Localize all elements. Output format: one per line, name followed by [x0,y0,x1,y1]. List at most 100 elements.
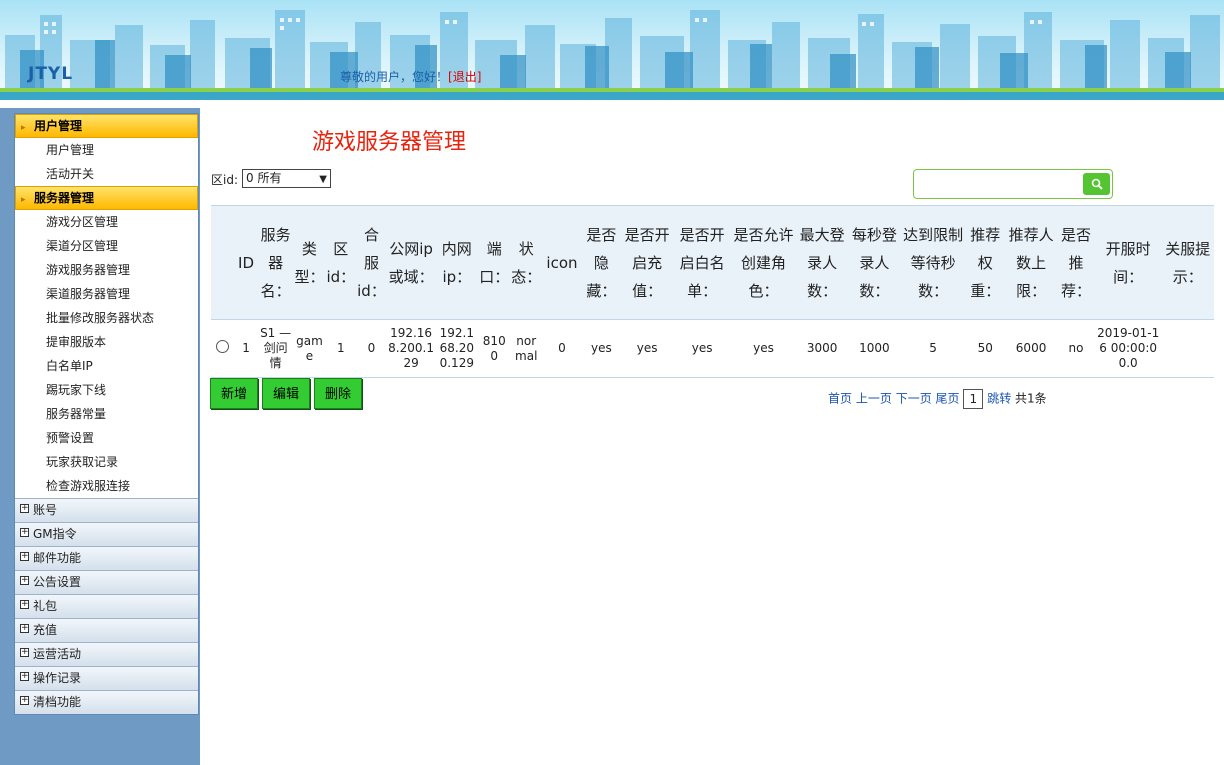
menu-group-mail[interactable]: + 邮件功能 [15,546,198,570]
table-header-row: ID 服务器名： 类型： 区id： 合服id： 公网ip或域： 内网ip： 端口… [211,205,1214,320]
menu-item-channel-zone[interactable]: 渠道分区管理 [15,234,198,258]
pager-jump[interactable]: 跳转 [987,392,1011,406]
zone-filter-select[interactable]: 0 所有 ▼ [242,169,331,188]
menu-item-alert-settings[interactable]: 预警设置 [15,426,198,450]
add-button[interactable]: 新增 [210,378,258,409]
menu-group-label: 公告设置 [33,575,82,589]
menu-group-operations[interactable]: + 运营活动 [15,642,198,666]
menu-item-player-records[interactable]: 玩家获取记录 [15,450,198,474]
cell-id: 1 [234,319,258,378]
menu-item-check-connection[interactable]: 检查游戏服连接 [15,474,198,498]
chevron-down-icon: ▼ [319,174,327,185]
menu-item-server-constants[interactable]: 服务器常量 [15,402,198,426]
menu-group-server-management[interactable]: ▸ 服务器管理 [15,186,198,210]
cell-merge-id: 0 [356,319,387,378]
delete-button[interactable]: 删除 [314,378,362,409]
menu-item-kick-player[interactable]: 踢玩家下线 [15,378,198,402]
expand-plus-icon: + [20,671,29,681]
folder-open-icon: ▸ [21,123,26,133]
menu-group-user-management[interactable]: ▸ 用户管理 [15,114,198,138]
expand-plus-icon: + [20,527,29,537]
col-status: 状态： [510,205,543,320]
menu-group-gift[interactable]: + 礼包 [15,594,198,618]
page-number-input[interactable]: 1 [963,389,984,409]
menu-group-label: 充值 [33,623,58,637]
cell-login-per-sec: 1000 [848,319,901,378]
menu-group-recharge[interactable]: + 充值 [15,618,198,642]
cell-hidden: yes [581,319,622,378]
pager-first[interactable]: 首页 [828,392,852,406]
col-max-login: 最大登录人数： [796,205,849,320]
menu-group-announcement[interactable]: + 公告设置 [15,570,198,594]
table-row[interactable]: 1 S1 — 剑问情 game 1 0 192.168.200.129 192.… [211,319,1214,378]
pager-next[interactable]: 下一页 [896,392,932,406]
cell-zone-id: 1 [325,319,357,378]
cell-wait-seconds: 5 [900,319,966,378]
expand-plus-icon: + [20,647,29,657]
menu-group-account[interactable]: + 账号 [15,498,198,522]
col-icon: icon [542,205,582,320]
search-input[interactable] [913,169,1113,199]
header-banner: JTYL 尊敬的用户，您好！[退出] [0,0,1224,100]
cell-public-ip-text: 192.168.200.129 [388,326,434,370]
menu-group-label: GM指令 [33,527,77,541]
cell-port: 8100 [478,319,511,378]
col-server-name: 服务器名： [257,205,294,320]
menu-group-label: 服务器管理 [34,191,95,205]
cell-private-ip-text: 192.168.200.129 [439,326,474,370]
menu-item-game-server[interactable]: 游戏服务器管理 [15,258,198,282]
col-port: 端口： [478,205,511,320]
row-radio[interactable] [216,340,230,353]
menu-item-batch-status[interactable]: 批量修改服务器状态 [15,306,198,330]
sidebar: ▸ 用户管理 用户管理 活动开关 ▸ 服务器管理 游戏分区管理 渠道分区管理 游戏服… [0,108,200,765]
zone-filter-label: 区id: [211,173,238,187]
cell-port-text: 8100 [482,333,506,363]
menu-item-channel-server[interactable]: 渠道服务器管理 [15,282,198,306]
expand-plus-icon: + [20,575,29,585]
cell-weight: 50 [965,319,1005,378]
folder-open-icon: ▸ [21,195,26,205]
user-greeting: 尊敬的用户，您好！[退出] [340,68,481,85]
menu-group-op-log[interactable]: + 操作记录 [15,666,198,690]
menu-group-label: 清档功能 [33,695,82,709]
expand-plus-icon: + [20,503,29,513]
expand-plus-icon: + [20,551,29,561]
cell-open-time: 2019-01-16 00:00:00.0 [1094,319,1162,378]
cell-status: normal [510,319,543,378]
pager-last[interactable]: 尾页 [936,392,960,406]
edit-button[interactable]: 编辑 [262,378,310,409]
cell-icon: 0 [542,319,582,378]
city-skyline-banner [5,10,1220,90]
col-id: ID [234,205,258,320]
menu-group-label: 操作记录 [33,671,82,685]
col-recommended: 是否推荐： [1057,205,1095,320]
menu-group-label: 礼包 [33,599,58,613]
logout-link[interactable]: 退出 [453,70,477,84]
cell-recharge: yes [621,319,674,378]
cell-close-tip [1161,319,1214,378]
expand-plus-icon: + [20,695,29,705]
menu-group-gm-command[interactable]: + GM指令 [15,522,198,546]
menu-group-clear-data[interactable]: + 清档功能 [15,690,198,714]
greeting-text: 尊敬的用户，您好！ [340,70,449,84]
col-public-ip: 公网ip或域： [386,205,436,320]
menu-item-review-version[interactable]: 提审服版本 [15,330,198,354]
menu-group-label: 用户管理 [34,119,83,133]
cell-open-time-text: 2019-01-16 00:00:00.0 [1097,326,1160,370]
col-open-time: 开服时间： [1094,205,1162,320]
col-private-ip: 内网ip： [435,205,479,320]
cell-public-ip: 192.168.200.129 [386,319,436,378]
cell-rec-limit: 6000 [1004,319,1058,378]
col-hidden: 是否隐藏： [581,205,622,320]
pager-prev[interactable]: 上一页 [856,392,892,406]
menu-item-whitelist-ip[interactable]: 白名单IP [15,354,198,378]
col-login-per-sec: 每秒登录人数： [848,205,901,320]
search-button[interactable] [1083,173,1110,195]
menu-item-activity-switch[interactable]: 活动开关 [15,162,198,186]
menu-item-game-zone[interactable]: 游戏分区管理 [15,210,198,234]
menu-item-user-management[interactable]: 用户管理 [15,138,198,162]
cell-server-name: S1 — 剑问情 [257,319,294,378]
col-weight: 推荐权重： [965,205,1005,320]
bracket-close: ] [476,70,482,84]
cell-server-name-text: S1 — 剑问情 [260,326,292,370]
